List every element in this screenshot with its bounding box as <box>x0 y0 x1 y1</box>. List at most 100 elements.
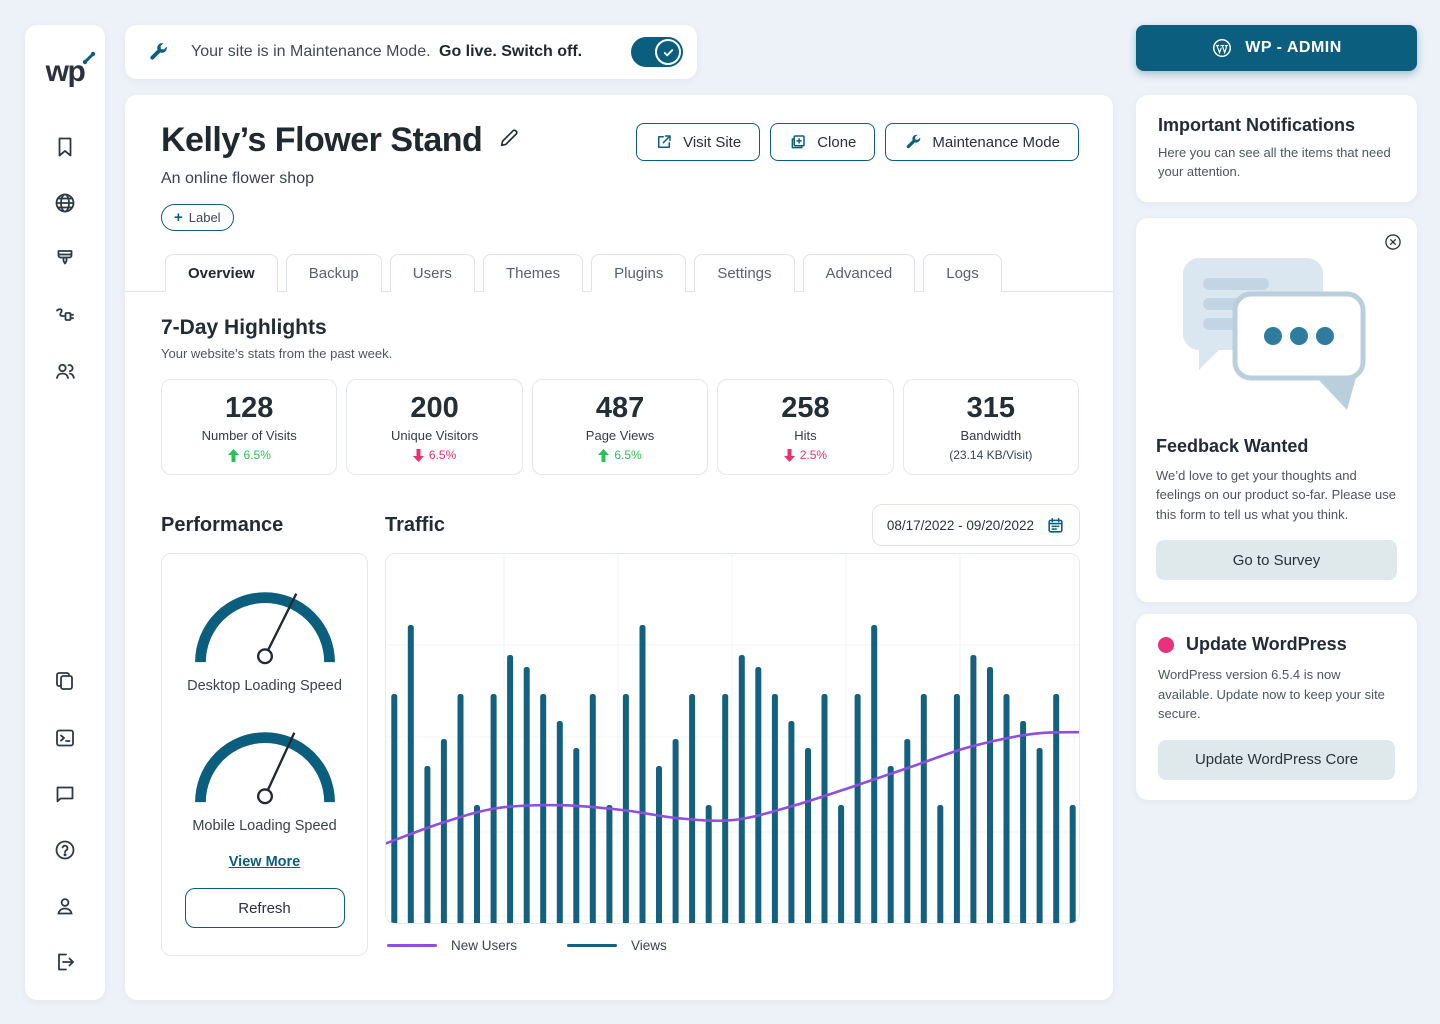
site-header: Kelly’s Flower Stand An online flower sh… <box>161 121 520 231</box>
wp-admin-label: WP - ADMIN <box>1245 39 1342 57</box>
desktop-speed-gauge <box>186 580 344 668</box>
calendar-icon <box>1046 516 1065 535</box>
tab-plugins[interactable]: Plugins <box>591 254 686 292</box>
notifications-title: Important Notifications <box>1158 115 1395 136</box>
update-title: Update WordPress <box>1186 634 1347 655</box>
wp-admin-button[interactable]: WP - ADMIN <box>1136 25 1417 71</box>
traffic-chart-svg <box>386 554 1080 924</box>
stat-delta: 6.5% <box>598 448 641 462</box>
stat-card: 128Number of Visits6.5% <box>161 379 337 475</box>
pages-copy-icon[interactable] <box>53 670 77 694</box>
tab-users[interactable]: Users <box>390 254 475 292</box>
sidebar-nav-bottom <box>53 670 77 974</box>
logout-icon[interactable] <box>53 950 77 974</box>
legend-item: New Users <box>387 938 517 953</box>
tab-overview[interactable]: Overview <box>165 254 278 292</box>
bookmark-icon[interactable] <box>53 135 77 159</box>
legend-label: New Users <box>451 938 517 953</box>
stat-label: Hits <box>794 428 816 443</box>
check-icon <box>662 46 675 59</box>
stat-label: Page Views <box>586 428 654 443</box>
arrow-down-icon <box>413 449 424 462</box>
terminal-icon[interactable] <box>53 726 77 750</box>
traffic-chart <box>385 553 1080 924</box>
stat-value: 200 <box>410 392 458 425</box>
feedback-text: We’d love to get your thoughts and feeli… <box>1156 466 1397 525</box>
tab-advanced[interactable]: Advanced <box>803 254 916 292</box>
notifications-card: Important Notifications Here you can see… <box>1136 95 1417 202</box>
chart-legend: New Users Views <box>385 938 1080 953</box>
tab-backup[interactable]: Backup <box>286 254 382 292</box>
notifications-subtitle: Here you can see all the items that need… <box>1158 144 1395 182</box>
legend-item: Views <box>567 938 667 953</box>
wrench-icon <box>147 41 169 63</box>
refresh-button[interactable]: Refresh <box>185 888 345 928</box>
highlights-subtitle: Your website’s stats from the past week. <box>161 346 1079 361</box>
wp-logo[interactable]: wp <box>46 55 85 89</box>
legend-swatch <box>567 944 617 947</box>
help-icon[interactable] <box>53 838 77 862</box>
visit-site-button[interactable]: Visit Site <box>636 123 760 161</box>
maintenance-toggle[interactable] <box>631 37 683 67</box>
arrow-down-icon <box>784 449 795 462</box>
performance-title: Performance <box>161 514 283 537</box>
comments-icon[interactable] <box>53 782 77 806</box>
clone-icon <box>789 133 807 151</box>
plugins-plug-icon[interactable] <box>53 303 77 327</box>
banner-action-link[interactable]: Go live. Switch off. <box>439 43 582 60</box>
site-title: Kelly’s Flower Stand <box>161 121 482 160</box>
stats-row: 128Number of Visits6.5%200Unique Visitor… <box>161 379 1079 475</box>
close-icon[interactable] <box>1383 232 1403 257</box>
left-sidebar: wp <box>25 25 105 1000</box>
update-wordpress-core-button[interactable]: Update WordPress Core <box>1158 740 1395 780</box>
maintenance-banner: Your site is in Maintenance Mode. Go liv… <box>125 25 697 79</box>
stat-delta: 6.5% <box>413 448 456 462</box>
tab-logs[interactable]: Logs <box>923 254 1002 292</box>
feedback-card: Feedback Wanted We’d love to get your th… <box>1136 218 1417 603</box>
main-panel: Kelly’s Flower Stand An online flower sh… <box>125 95 1113 1000</box>
arrow-up-icon <box>598 449 609 462</box>
maintenance-mode-label: Maintenance Mode <box>932 134 1060 151</box>
date-range-text: 08/17/2022 - 09/20/2022 <box>887 518 1034 533</box>
stat-label: Number of Visits <box>202 428 297 443</box>
clone-label: Clone <box>817 134 856 151</box>
alert-dot-icon <box>1158 637 1174 653</box>
globe-icon[interactable] <box>53 191 77 215</box>
legend-label: Views <box>631 938 667 953</box>
highlights-title: 7-Day Highlights <box>161 316 1079 340</box>
right-column: WP - ADMIN Important Notifications Here … <box>1136 25 1417 800</box>
view-more-link[interactable]: View More <box>229 854 300 870</box>
banner-message-text: Your site is in Maintenance Mode. <box>191 43 431 60</box>
clone-button[interactable]: Clone <box>770 123 875 161</box>
legend-swatch <box>387 944 437 947</box>
traffic-title: Traffic <box>385 514 445 537</box>
stat-value: 258 <box>781 392 829 425</box>
stat-label: Unique Visitors <box>391 428 478 443</box>
maintenance-toggle-knob <box>655 39 681 65</box>
tab-settings[interactable]: Settings <box>694 254 794 292</box>
date-range-picker[interactable]: 08/17/2022 - 09/20/2022 <box>872 504 1080 546</box>
go-to-survey-button[interactable]: Go to Survey <box>1156 540 1397 580</box>
maintenance-mode-button[interactable]: Maintenance Mode <box>885 123 1079 161</box>
update-text: WordPress version 6.5.4 is now available… <box>1158 665 1395 724</box>
tab-bar: OverviewBackupUsersThemesPluginsSettings… <box>125 253 1113 292</box>
add-label-button[interactable]: + Label <box>161 204 234 231</box>
site-subtitle: An online flower shop <box>161 170 520 188</box>
stat-delta: 6.5% <box>228 448 271 462</box>
stat-delta: 2.5% <box>784 448 827 462</box>
tab-themes[interactable]: Themes <box>483 254 583 292</box>
wrench-icon <box>904 133 922 151</box>
users-icon[interactable] <box>53 359 77 383</box>
profile-icon[interactable] <box>53 894 77 918</box>
header-actions: Visit Site Clone Maintenance Mode <box>636 121 1079 231</box>
stat-card: 315Bandwidth(23.14 KB/Visit) <box>903 379 1079 475</box>
mobile-speed-gauge <box>186 720 344 808</box>
add-label-text: Label <box>189 210 221 225</box>
sidebar-nav-top <box>53 135 77 383</box>
edit-title-icon[interactable] <box>498 127 520 154</box>
stat-card: 258 Hits 2.5% <box>717 379 893 475</box>
feedback-illustration <box>1156 236 1397 422</box>
external-link-icon <box>655 133 673 151</box>
stat-card: 487Page Views6.5% <box>532 379 708 475</box>
themes-brush-icon[interactable] <box>53 247 77 271</box>
